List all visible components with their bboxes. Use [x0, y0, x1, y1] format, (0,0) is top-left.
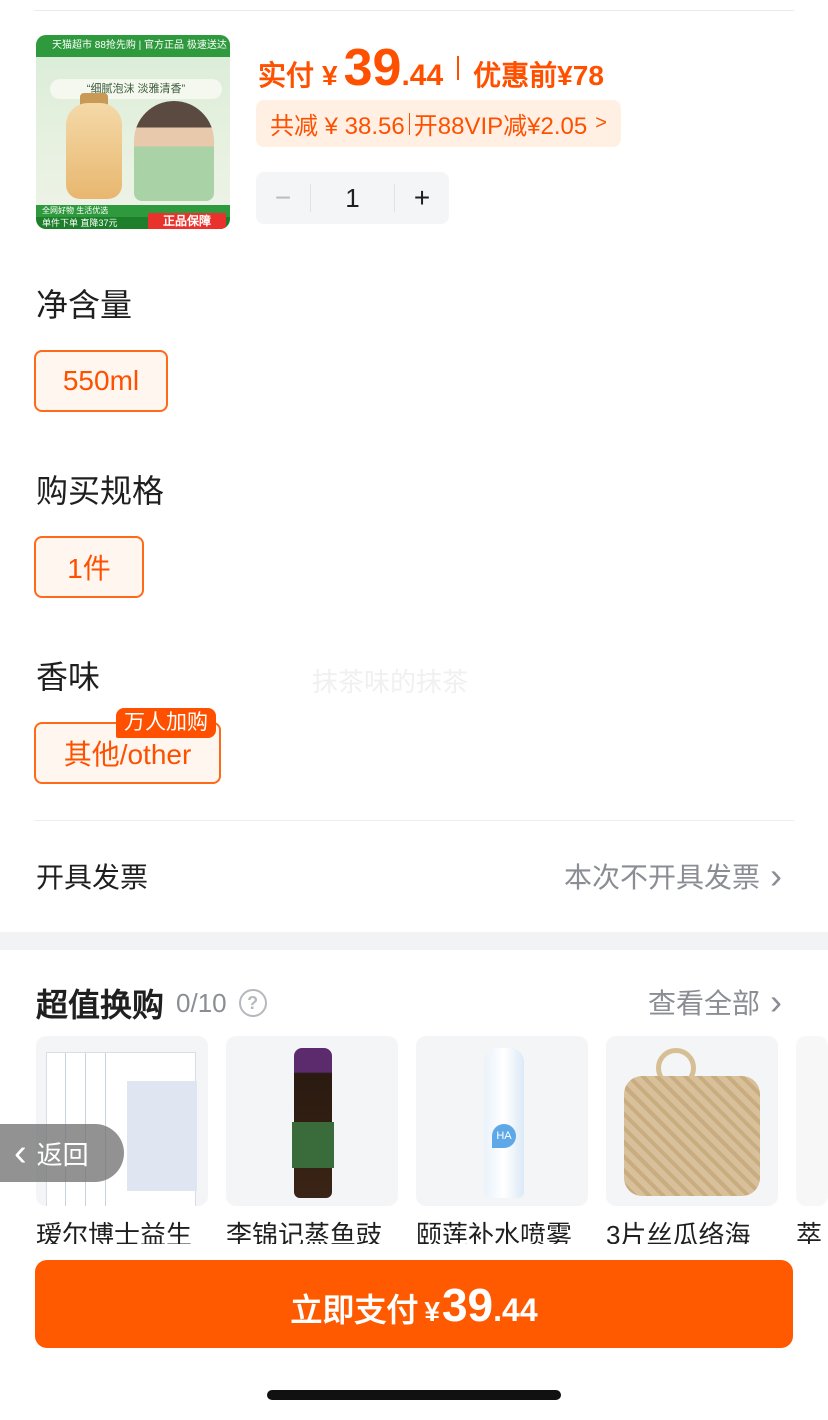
section-gap [0, 932, 828, 950]
image-banner: 天猫超市 88抢先购 | 官方正品 极速送达 [36, 35, 230, 57]
pay-amount-dec: .44 [401, 59, 444, 92]
volume-option-550ml[interactable]: 550ml [34, 350, 168, 412]
pay-label: 实付 [258, 60, 315, 91]
bottle-graphic [66, 103, 122, 199]
view-all-label: 查看全部 [647, 988, 760, 1019]
spray-can-graphic [484, 1048, 524, 1198]
chevron-left-icon: ‹ [14, 1132, 27, 1174]
pay-button-amount-int: 39 [441, 1279, 494, 1331]
deal-name[interactable]: 瑷尔博士益生 [36, 1218, 208, 1244]
savings-text: 共减 ¥ 38.56 [270, 113, 405, 140]
increase-button[interactable]: + [395, 172, 449, 224]
deal-name[interactable]: 李锦记蒸鱼豉 [226, 1218, 398, 1244]
vip-text: 开88VIP减¥2.05 [413, 113, 588, 140]
package-title: 购买规格 [36, 473, 165, 509]
deals-count: 0/10 [176, 987, 227, 1018]
pay-button-amount-dec: .44 [493, 1292, 538, 1328]
pay-button-currency: ¥ [424, 1296, 440, 1327]
image-badge: 正品保障 [148, 213, 226, 229]
before-label: 优惠前 [473, 60, 558, 91]
home-indicator[interactable] [267, 1390, 561, 1400]
before-value: ¥78 [557, 60, 604, 91]
invoice-label: 开具发票 [36, 862, 149, 893]
sponge-graphic [624, 1076, 760, 1196]
image-slogan: “细腻泡沫 淡雅清香” [50, 79, 222, 99]
invoice-option[interactable]: 本次不开具发票 › [564, 856, 782, 896]
ha-drop-icon: HA [492, 1124, 516, 1148]
pay-now-button[interactable]: 立即支付 ¥ 39 .44 [35, 1260, 793, 1348]
back-label: 返回 [36, 1139, 89, 1170]
scent-title: 香味 [36, 659, 101, 695]
price-separator [457, 56, 460, 80]
deal-name[interactable]: 萃 [796, 1218, 828, 1244]
deals-title: 超值换购 [36, 987, 165, 1023]
model-graphic [134, 101, 214, 201]
product-image[interactable]: 天猫超市 88抢先购 | 官方正品 极速送达 “细腻泡沫 淡雅清香” 全网好物 … [36, 35, 230, 229]
deals-header: 超值换购 0/10 ? [36, 980, 267, 1026]
help-icon[interactable]: ? [238, 989, 267, 1017]
deal-card[interactable] [796, 1036, 828, 1206]
deal-card[interactable] [606, 1036, 778, 1206]
deal-card[interactable] [226, 1036, 398, 1206]
currency-symbol: ¥ [322, 60, 338, 91]
back-button[interactable]: ‹ 返回 [0, 1124, 124, 1182]
deal-card[interactable]: HA [416, 1036, 588, 1206]
top-divider [34, 10, 794, 11]
quantity-value[interactable]: 1 [310, 184, 395, 212]
quantity-stepper: − 1 + [256, 172, 449, 224]
invoice-value: 本次不开具发票 [563, 862, 760, 893]
pay-amount-int: 39 [343, 39, 402, 97]
chevron-right-icon: › [770, 855, 782, 896]
savings-divider [408, 112, 410, 135]
package-option-1[interactable]: 1件 [34, 536, 144, 598]
savings-pill[interactable]: 共减 ¥ 38.56 开88VIP减¥2.05 > [256, 100, 621, 147]
chevron-right-icon: › [770, 981, 782, 1022]
volume-title: 净含量 [36, 287, 133, 323]
deal-name[interactable]: 颐莲补水喷雾 [416, 1218, 588, 1244]
watermark-text: 抹茶味的抹茶 [312, 667, 469, 697]
chevron-right-icon: > [595, 112, 607, 134]
section-divider [34, 820, 794, 821]
sauce-label-graphic [292, 1122, 334, 1168]
decrease-button[interactable]: − [256, 172, 310, 224]
pay-button-text: 立即支付 [290, 1292, 419, 1328]
view-all-link[interactable]: 查看全部 › [648, 982, 782, 1022]
popular-tag: 万人加购 [116, 708, 216, 738]
deal-name[interactable]: 3片丝瓜络海 [606, 1218, 778, 1244]
price-row: 实付 ¥ 39 .44 优惠前 ¥78 [258, 38, 604, 98]
